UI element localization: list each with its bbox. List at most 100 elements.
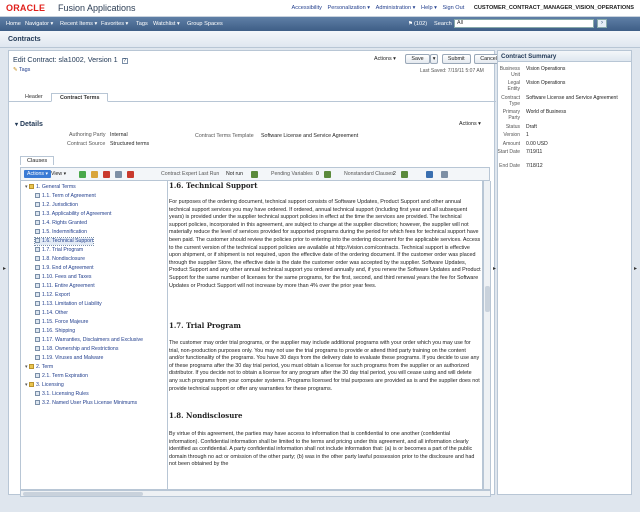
tree-clause[interactable]: 1.1. Term of Agreement xyxy=(35,193,96,200)
notifications-flag-icon[interactable]: ⚑ xyxy=(408,21,413,27)
tree-folder[interactable]: ▾ 3. Licensing xyxy=(25,382,64,389)
document-icon xyxy=(35,373,40,379)
tab-clauses[interactable]: Clauses xyxy=(20,156,55,165)
summary-field-label: End Date xyxy=(499,163,520,169)
summary-field-label: Amount xyxy=(502,141,520,147)
document-icon xyxy=(35,202,40,208)
notifications-count[interactable]: (102) xyxy=(414,21,427,27)
section-heading: 1.6. Technical Support xyxy=(169,181,258,190)
summary-field-value: World of Business xyxy=(526,109,567,115)
tree-clause[interactable]: 1.12. Export xyxy=(35,292,70,299)
tree-node-label: 1.6. Technical Support xyxy=(42,238,94,244)
tree-clause[interactable]: 1.17. Warranties, Disclaimers and Exclus… xyxy=(35,337,143,344)
pending-label: Pending Variables xyxy=(271,171,313,177)
personalization-menu[interactable]: Personalization ▾ xyxy=(328,5,371,11)
tree-clause[interactable]: 2.1. Term Expiration xyxy=(35,373,88,380)
clauses-view-menu[interactable]: View ▾ xyxy=(51,171,66,177)
global-links: Accessibility Personalization ▾ Administ… xyxy=(287,5,634,11)
vertical-scrollbar[interactable] xyxy=(483,181,491,490)
cut-icon[interactable] xyxy=(115,171,122,178)
summary-field-label: Legal Entity xyxy=(507,80,520,92)
nav-group-spaces[interactable]: Group Spaces xyxy=(187,21,223,27)
horizontal-scrollbar[interactable] xyxy=(20,490,491,497)
tree-node-label: 1.7. Trial Program xyxy=(42,247,84,253)
tree-node-label: 1.10. Fees and Taxes xyxy=(42,274,92,280)
tree-folder[interactable]: ▾ 2. Term xyxy=(25,364,53,371)
summary-splitter-icon[interactable]: ▸ xyxy=(634,265,638,275)
scrollbar-thumb[interactable] xyxy=(23,492,143,496)
tree-clause[interactable]: 1.9. End of Agreement xyxy=(35,265,94,272)
summary-title: Contract Summary xyxy=(501,53,557,60)
nav-watchlist[interactable]: Watchlist ▾ xyxy=(153,21,180,27)
tree-node-label: 3.1. Licensing Rules xyxy=(42,391,89,397)
tree-clause[interactable]: 1.18. Ownership and Restrictions xyxy=(35,346,118,353)
nav-tags[interactable]: Tags xyxy=(136,21,148,27)
tree-clause[interactable]: 1.13. Limitation of Liability xyxy=(35,301,102,308)
tree-node-label: 1.5. Indemnification xyxy=(42,229,87,235)
document-icon xyxy=(35,310,40,316)
add-icon[interactable] xyxy=(79,171,86,178)
left-splitter-icon[interactable]: ▸ xyxy=(3,265,7,275)
right-splitter-icon[interactable]: ▸ xyxy=(493,265,497,275)
close-icon[interactable] xyxy=(127,171,134,178)
nav-recent-items[interactable]: Recent Items ▾ xyxy=(60,21,97,27)
contract-summary-panel: Contract Summary Business Unit Vision Ope… xyxy=(497,50,632,495)
scrollbar-thumb[interactable] xyxy=(485,286,490,312)
tree-clause[interactable]: 1.7. Trial Program xyxy=(35,247,83,254)
administration-menu[interactable]: Administration ▾ xyxy=(376,5,416,11)
summary-field-value: Draft xyxy=(526,124,537,130)
tree-node-label: 1. General Terms xyxy=(36,184,76,190)
tree-clause[interactable]: 1.8. Nondisclosure xyxy=(35,256,85,263)
sign-out-link[interactable]: Sign Out xyxy=(442,5,464,11)
document-icon[interactable] xyxy=(426,171,433,178)
tree-clause[interactable]: 1.4. Rights Granted xyxy=(35,220,87,227)
tree-clause[interactable]: 1.14. Other xyxy=(35,310,68,317)
tree-node-label: 1.18. Ownership and Restrictions xyxy=(42,346,119,352)
expert-label: Contract Expert Last Run xyxy=(161,171,220,177)
edit-icon[interactable] xyxy=(91,171,98,178)
document-icon xyxy=(35,400,40,406)
tree-clause[interactable]: 1.6. Technical Support xyxy=(33,237,95,246)
document-icon xyxy=(35,220,40,226)
search-go-icon[interactable]: › xyxy=(597,19,607,28)
document-icon xyxy=(35,328,40,334)
search-label: Search xyxy=(434,20,452,27)
document-icon xyxy=(35,193,40,199)
pending-variables-icon[interactable] xyxy=(324,171,331,178)
page-section-title: Contracts xyxy=(8,36,41,43)
section-heading: 1.7. Trial Program xyxy=(169,321,241,330)
tree-clause[interactable]: 3.1. Licensing Rules xyxy=(35,391,89,398)
tree-node-label: 3. Licensing xyxy=(36,382,64,388)
nonstandard-icon[interactable] xyxy=(401,171,408,178)
tree-clause[interactable]: 1.2. Jurisdiction xyxy=(35,202,78,209)
tree-node-label: 1.1. Term of Agreement xyxy=(42,193,96,199)
tree-clause[interactable]: 1.19. Viruses and Malware xyxy=(35,355,103,362)
folder-icon xyxy=(29,184,35,190)
nav-home[interactable]: Home xyxy=(6,21,21,27)
tree-clause[interactable]: 1.3. Applicability of Agreement xyxy=(35,211,112,218)
run-expert-icon[interactable] xyxy=(251,171,258,178)
tree-clause[interactable]: 1.15. Force Majeure xyxy=(35,319,88,326)
summary-field-value: Software License and Service Agreement xyxy=(526,95,618,101)
clauses-actions-menu[interactable]: Actions ▾ xyxy=(24,170,52,178)
summary-field-value: 7/18/12 xyxy=(526,163,543,169)
summary-field-value: 1 xyxy=(526,132,529,138)
tree-clause[interactable]: 1.16. Shipping xyxy=(35,328,75,335)
delete-icon[interactable] xyxy=(103,171,110,178)
print-icon[interactable] xyxy=(441,171,448,178)
clauses-toolbar: Actions ▾ View ▾ Contract Expert Last Ru… xyxy=(20,167,490,181)
tree-clause[interactable]: 1.10. Fees and Taxes xyxy=(35,274,92,281)
tree-clause[interactable]: 3.2. Named User Plus License Minimums xyxy=(35,400,137,407)
help-menu[interactable]: Help ▾ xyxy=(421,5,437,11)
tree-node-label: 1.9. End of Agreement xyxy=(42,265,94,271)
task-header: Contracts xyxy=(0,31,640,48)
accessibility-link[interactable]: Accessibility xyxy=(291,5,321,11)
tree-folder[interactable]: ▾ 1. General Terms xyxy=(25,184,76,191)
section-body: The customer may order trial programs, o… xyxy=(169,340,480,392)
nav-navigator[interactable]: Navigator ▾ xyxy=(25,21,53,27)
nav-favorites[interactable]: Favorites ▾ xyxy=(101,21,128,27)
tree-clause[interactable]: 1.11. Entire Agreement xyxy=(35,283,95,290)
tree-clause[interactable]: 1.5. Indemnification xyxy=(35,229,87,236)
search-scope-select[interactable]: All xyxy=(454,19,594,28)
tree-node-label: 1.17. Warranties, Disclaimers and Exclus… xyxy=(42,337,143,343)
